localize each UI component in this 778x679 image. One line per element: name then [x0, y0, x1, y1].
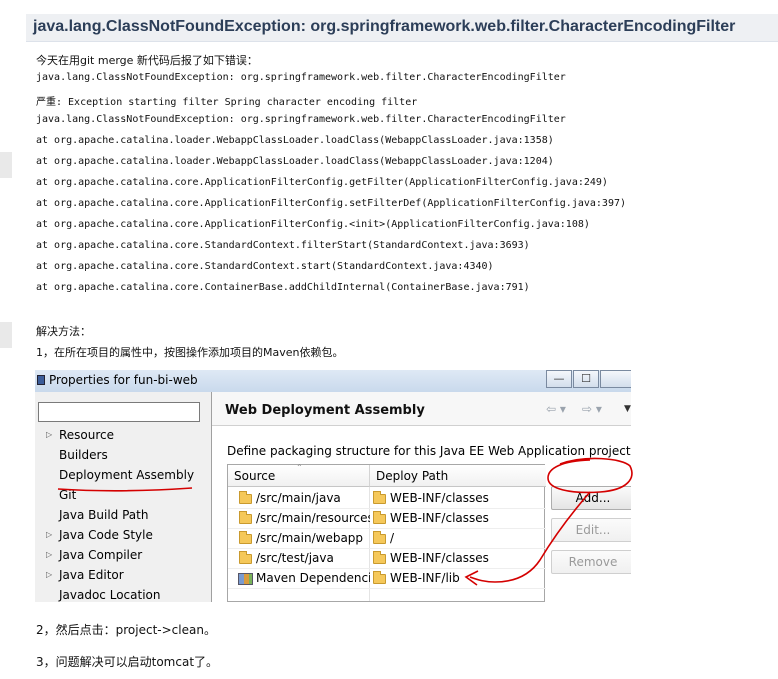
stack-line: at org.apache.catalina.core.ApplicationF…	[36, 177, 608, 188]
folder-icon	[373, 511, 386, 524]
article-title: java.lang.ClassNotFoundException: org.sp…	[33, 18, 736, 35]
edit-button[interactable]: Edit...	[551, 518, 631, 542]
folder-icon	[373, 491, 386, 504]
forward-arrow-icon[interactable]: ⇨ ▾	[582, 402, 602, 416]
nav-item-label: Git	[59, 488, 77, 502]
cell-deploy-path: WEB-INF/lib	[390, 571, 460, 585]
maximize-button[interactable]: ☐	[573, 370, 599, 388]
cell-deploy-path: WEB-INF/classes	[390, 491, 489, 505]
expand-arrow-icon[interactable]: ▷	[46, 550, 52, 559]
stack-line: at org.apache.catalina.core.StandardCont…	[36, 261, 494, 272]
library-icon	[238, 573, 253, 585]
step-2-text: 2，然后点击：project->clean。	[36, 623, 216, 637]
back-arrow-icon[interactable]: ⇦ ▾	[546, 402, 566, 416]
nav-item-javadoc-location[interactable]: Javadoc Location	[59, 588, 160, 602]
expand-arrow-icon[interactable]: ▷	[46, 430, 52, 439]
cell-source: Maven Dependencies	[256, 571, 370, 585]
nav-item-java-code-style[interactable]: ▷ Java Code Style	[46, 528, 153, 542]
stack-line: at org.apache.catalina.core.ApplicationF…	[36, 198, 627, 209]
folder-icon	[239, 491, 252, 504]
column-header-deploy-path[interactable]: Deploy Path	[370, 465, 546, 487]
cell-source: /src/test/java	[256, 551, 334, 565]
table-row[interactable]: /src/test/java WEB-INF/classes	[228, 549, 546, 569]
gutter-mark	[0, 152, 12, 178]
folder-icon	[373, 531, 386, 544]
eclipse-app-icon	[37, 375, 45, 385]
nav-item-deployment-assembly[interactable]: Deployment Assembly	[59, 468, 194, 482]
view-menu-icon[interactable]: ▼	[624, 404, 631, 414]
nav-item-resource[interactable]: ▷ Resource	[46, 428, 115, 442]
folder-icon	[239, 551, 252, 564]
properties-dialog: Properties for fun-bi-web — ☐ ▷ Resource …	[35, 370, 631, 602]
table-row[interactable]: /src/main/webapp /	[228, 529, 546, 549]
article-title-bar: java.lang.ClassNotFoundException: org.sp…	[26, 14, 778, 42]
nav-item-label: Javadoc Location	[59, 588, 161, 602]
folder-icon	[373, 571, 386, 584]
step-1-text: 1，在所在项目的属性中，按图操作添加项目的Maven依赖包。	[36, 346, 344, 359]
stack-line: at org.apache.catalina.core.ContainerBas…	[36, 282, 530, 293]
table-row[interactable]: /src/main/java WEB-INF/classes	[228, 489, 546, 509]
folder-icon	[239, 511, 252, 524]
assembly-table: Source ⌃ Deploy Path /src/main/java WEB-I…	[227, 463, 546, 602]
cell-source: /src/main/resources	[256, 511, 370, 525]
nav-item-builders[interactable]: Builders	[59, 448, 108, 462]
column-label: Source	[234, 469, 276, 483]
expand-arrow-icon[interactable]: ▷	[46, 530, 52, 539]
table-row[interactable]: /src/main/resources WEB-INF/classes	[228, 509, 546, 529]
cell-deploy-path: WEB-INF/classes	[390, 511, 489, 525]
cell-deploy-path: WEB-INF/classes	[390, 551, 489, 565]
nav-item-java-build-path[interactable]: Java Build Path	[59, 508, 148, 522]
stack-line: at org.apache.catalina.core.StandardCont…	[36, 240, 530, 251]
error-line: 严重: Exception starting filter Spring cha…	[36, 97, 418, 108]
sort-arrow-icon: ⌃	[296, 463, 303, 472]
dialog-title: Properties for fun-bi-web	[49, 373, 198, 387]
deployment-assembly-panel: Web Deployment Assembly ⇦ ▾ ⇨ ▾ ▼ Define…	[211, 392, 631, 602]
panel-header: Web Deployment Assembly ⇦ ▾ ⇨ ▾ ▼	[212, 392, 631, 426]
panel-title: Web Deployment Assembly	[225, 403, 425, 418]
nav-item-label: Java Build Path	[59, 508, 149, 522]
nav-item-label: Resource	[59, 428, 115, 442]
nav-item-label: Java Editor	[59, 568, 124, 582]
cell-source: /src/main/webapp	[256, 531, 364, 545]
nav-item-label: Java Code Style	[59, 528, 153, 542]
error-line: java.lang.ClassNotFoundException: org.sp…	[36, 114, 566, 125]
add-button[interactable]: Add...	[551, 486, 631, 510]
panel-description: Define packaging structure for this Java…	[227, 444, 631, 458]
dialog-title-bar: Properties for fun-bi-web — ☐	[35, 370, 631, 392]
cell-source: /src/main/java	[256, 491, 341, 505]
gutter-mark	[0, 322, 12, 348]
stack-line: at org.apache.catalina.core.ApplicationF…	[36, 219, 590, 230]
left-gutter	[0, 0, 14, 679]
column-header-source[interactable]: Source ⌃	[228, 463, 370, 487]
expand-arrow-icon[interactable]: ▷	[46, 570, 52, 579]
column-label: Deploy Path	[376, 469, 449, 483]
nav-item-label: Deployment Assembly	[59, 468, 195, 482]
stack-line: at org.apache.catalina.loader.WebappClas…	[36, 156, 554, 167]
nav-item-label: Java Compiler	[59, 548, 143, 562]
nav-item-java-compiler[interactable]: ▷ Java Compiler	[46, 548, 143, 562]
nav-item-git[interactable]: Git	[59, 488, 76, 502]
folder-icon	[373, 551, 386, 564]
nav-item-java-editor[interactable]: ▷ Java Editor	[46, 568, 124, 582]
step-3-text: 3，问题解决可以启动tomcat了。	[36, 655, 219, 669]
remove-button[interactable]: Remove	[551, 550, 631, 574]
close-button[interactable]	[600, 370, 631, 388]
cell-deploy-path: /	[390, 531, 395, 545]
minimize-button[interactable]: —	[546, 370, 572, 388]
intro-text: 今天在用git merge 新代码后报了如下错误：	[36, 54, 258, 67]
solution-heading: 解决方法：	[36, 325, 91, 338]
folder-icon	[239, 531, 252, 544]
nav-item-label: Builders	[59, 448, 108, 462]
filter-input[interactable]	[38, 402, 200, 422]
table-row[interactable]: Maven Dependencies WEB-INF/lib	[228, 569, 546, 589]
error-line: java.lang.ClassNotFoundException: org.sp…	[36, 72, 566, 83]
stack-line: at org.apache.catalina.loader.WebappClas…	[36, 135, 554, 146]
